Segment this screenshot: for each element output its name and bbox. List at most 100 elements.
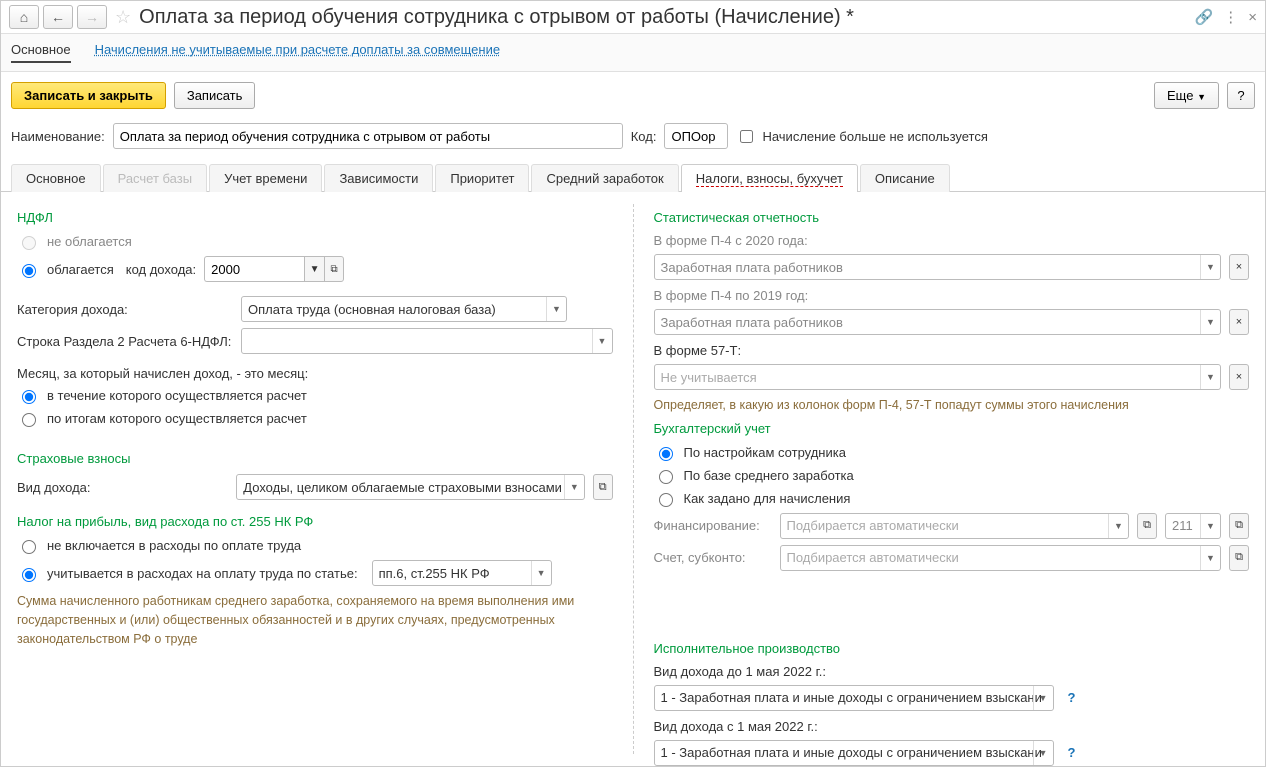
chevron-down-icon[interactable]: ▼	[592, 329, 612, 353]
name-label: Наименование:	[11, 129, 105, 144]
p4-2020-select: Заработная плата работников	[654, 254, 1222, 280]
stat-hint: Определяет, в какую из колонок форм П-4,…	[654, 396, 1250, 415]
page-title: Оплата за период обучения сотрудника с о…	[139, 6, 1190, 29]
code-input[interactable]	[664, 123, 728, 149]
buh-by-avg-radio[interactable]	[659, 470, 673, 484]
profit-tax-title: Налог на прибыль, вид расхода по ст. 255…	[17, 514, 613, 529]
tab-dependencies[interactable]: Зависимости	[324, 164, 433, 192]
name-input[interactable]	[113, 123, 623, 149]
code-label: Код:	[631, 129, 657, 144]
tab-avg-earnings[interactable]: Средний заработок	[531, 164, 678, 192]
np-not-included-radio[interactable]	[22, 540, 36, 554]
financing-label: Финансирование:	[654, 518, 772, 533]
insurance-title: Страховые взносы	[17, 451, 613, 466]
enf-after-label: Вид дохода с 1 мая 2022 г.:	[654, 719, 1250, 734]
tab-taxes[interactable]: Налоги, взносы, бухучет	[681, 164, 858, 192]
enf-before-select[interactable]: 1 - Заработная плата и иные доходы с огр…	[654, 685, 1054, 711]
ndfl-taxed-label: облагается	[47, 262, 114, 277]
p4-2019-select: Заработная плата работников	[654, 309, 1222, 335]
not-used-label: Начисление больше не используется	[762, 129, 987, 144]
stat-title: Статистическая отчетность	[654, 210, 1250, 225]
income-type-expand[interactable]: ⧉	[593, 474, 613, 500]
income-code-label: код дохода:	[126, 262, 196, 277]
buh-title: Бухгалтерский учет	[654, 421, 1250, 436]
back-button[interactable]: ←	[43, 5, 73, 29]
buh-by-employee-radio[interactable]	[659, 447, 673, 461]
income-code-dropdown[interactable]: ▼	[304, 256, 324, 282]
enf-after-help[interactable]: ?	[1068, 745, 1076, 760]
p4-2019-label: В форме П-4 по 2019 год:	[654, 288, 1250, 303]
section2-select[interactable]	[241, 328, 613, 354]
chevron-down-icon[interactable]: ▼	[546, 297, 566, 321]
tab-base-calc: Расчет базы	[103, 164, 208, 192]
np-included-label: учитывается в расходах на оплату труда п…	[47, 566, 358, 581]
enf-after-select[interactable]: 1 - Заработная плата и иные доходы с огр…	[654, 740, 1054, 766]
ndfl-not-taxed-radio	[22, 236, 36, 250]
financing-expand: ⧉	[1137, 513, 1157, 539]
income-category-label: Категория дохода:	[17, 302, 233, 317]
account-subconto-expand: ⧉	[1229, 545, 1249, 571]
save-button[interactable]: Записать	[174, 82, 256, 109]
close-icon[interactable]: ×	[1248, 9, 1257, 26]
tab-main[interactable]: Основное	[11, 164, 101, 192]
chevron-down-icon[interactable]: ▼	[564, 475, 584, 499]
np-included-radio[interactable]	[22, 568, 36, 582]
f57t-clear[interactable]: ×	[1229, 364, 1249, 390]
account-subconto-label: Счет, субконто:	[654, 550, 772, 565]
profit-tax-hint: Сумма начисленного работникам среднего з…	[17, 592, 613, 648]
month-during-radio[interactable]	[22, 390, 36, 404]
ndfl-not-taxed-label: не облагается	[47, 234, 132, 249]
np-article-select[interactable]: пп.6, ст.255 НК РФ	[372, 560, 552, 586]
month-after-label: по итогам которого осуществляется расчет	[47, 411, 307, 426]
save-close-button[interactable]: Записать и закрыть	[11, 82, 166, 109]
chevron-down-icon: ▼	[1200, 255, 1220, 279]
more-menu-icon[interactable]: ⋮	[1223, 8, 1238, 26]
p4-2020-label: В форме П-4 с 2020 года:	[654, 233, 1250, 248]
tab-priority[interactable]: Приоритет	[435, 164, 529, 192]
enf-before-help[interactable]: ?	[1068, 690, 1076, 705]
f57t-select[interactable]: Не учитывается	[654, 364, 1222, 390]
chevron-down-icon: ▼	[1200, 546, 1220, 570]
link-icon[interactable]: 🔗	[1195, 8, 1214, 26]
buh-as-set-label: Как задано для начисления	[684, 491, 851, 506]
income-category-select[interactable]: Оплата труда (основная налоговая база)	[241, 296, 567, 322]
buh-as-set-radio[interactable]	[659, 493, 673, 507]
f57t-label: В форме 57-Т:	[654, 343, 1250, 358]
account-subconto-select: Подбирается автоматически	[780, 545, 1222, 571]
chevron-down-icon[interactable]: ▼	[1033, 686, 1053, 710]
more-button[interactable]: Еще ▼	[1154, 82, 1219, 109]
nav-link-related[interactable]: Начисления не учитываемые при расчете до…	[95, 42, 501, 63]
income-type-label: Вид дохода:	[17, 480, 228, 495]
chevron-down-icon[interactable]: ▼	[1200, 365, 1220, 389]
account-code-expand: ⧉	[1229, 513, 1249, 539]
buh-by-avg-label: По базе среднего заработка	[684, 468, 854, 483]
month-after-radio[interactable]	[22, 413, 36, 427]
chevron-down-icon: ▼	[1108, 514, 1128, 538]
forward-button: →	[77, 5, 107, 29]
section2-label: Строка Раздела 2 Расчета 6-НДФЛ:	[17, 334, 233, 349]
np-not-included-label: не включается в расходы по оплате труда	[47, 538, 301, 553]
help-button[interactable]: ?	[1227, 82, 1255, 109]
p4-2019-clear[interactable]: ×	[1229, 309, 1249, 335]
p4-2020-clear[interactable]: ×	[1229, 254, 1249, 280]
chevron-down-icon[interactable]: ▼	[531, 561, 551, 585]
favorite-icon[interactable]: ☆	[115, 7, 131, 28]
income-code-expand[interactable]: ⧉	[324, 256, 344, 282]
enf-before-label: Вид дохода до 1 мая 2022 г.:	[654, 664, 1250, 679]
month-group-label: Месяц, за который начислен доход, - это …	[17, 366, 613, 381]
not-used-checkbox[interactable]	[740, 130, 753, 143]
enforcement-title: Исполнительное производство	[654, 641, 1250, 656]
home-button[interactable]: ⌂	[9, 5, 39, 29]
ndfl-taxed-radio[interactable]	[22, 264, 36, 278]
ndfl-title: НДФЛ	[17, 210, 613, 225]
chevron-down-icon: ▼	[1200, 310, 1220, 334]
tab-description[interactable]: Описание	[860, 164, 950, 192]
nav-main[interactable]: Основное	[11, 42, 71, 63]
income-type-select[interactable]: Доходы, целиком облагаемые страховыми вз…	[236, 474, 585, 500]
chevron-down-icon[interactable]: ▼	[1033, 741, 1053, 765]
month-during-label: в течение которого осуществляется расчет	[47, 388, 307, 403]
income-code-input[interactable]	[204, 256, 304, 282]
tab-time-tracking[interactable]: Учет времени	[209, 164, 322, 192]
financing-select: Подбирается автоматически	[780, 513, 1130, 539]
buh-by-employee-label: По настройкам сотрудника	[684, 445, 846, 460]
